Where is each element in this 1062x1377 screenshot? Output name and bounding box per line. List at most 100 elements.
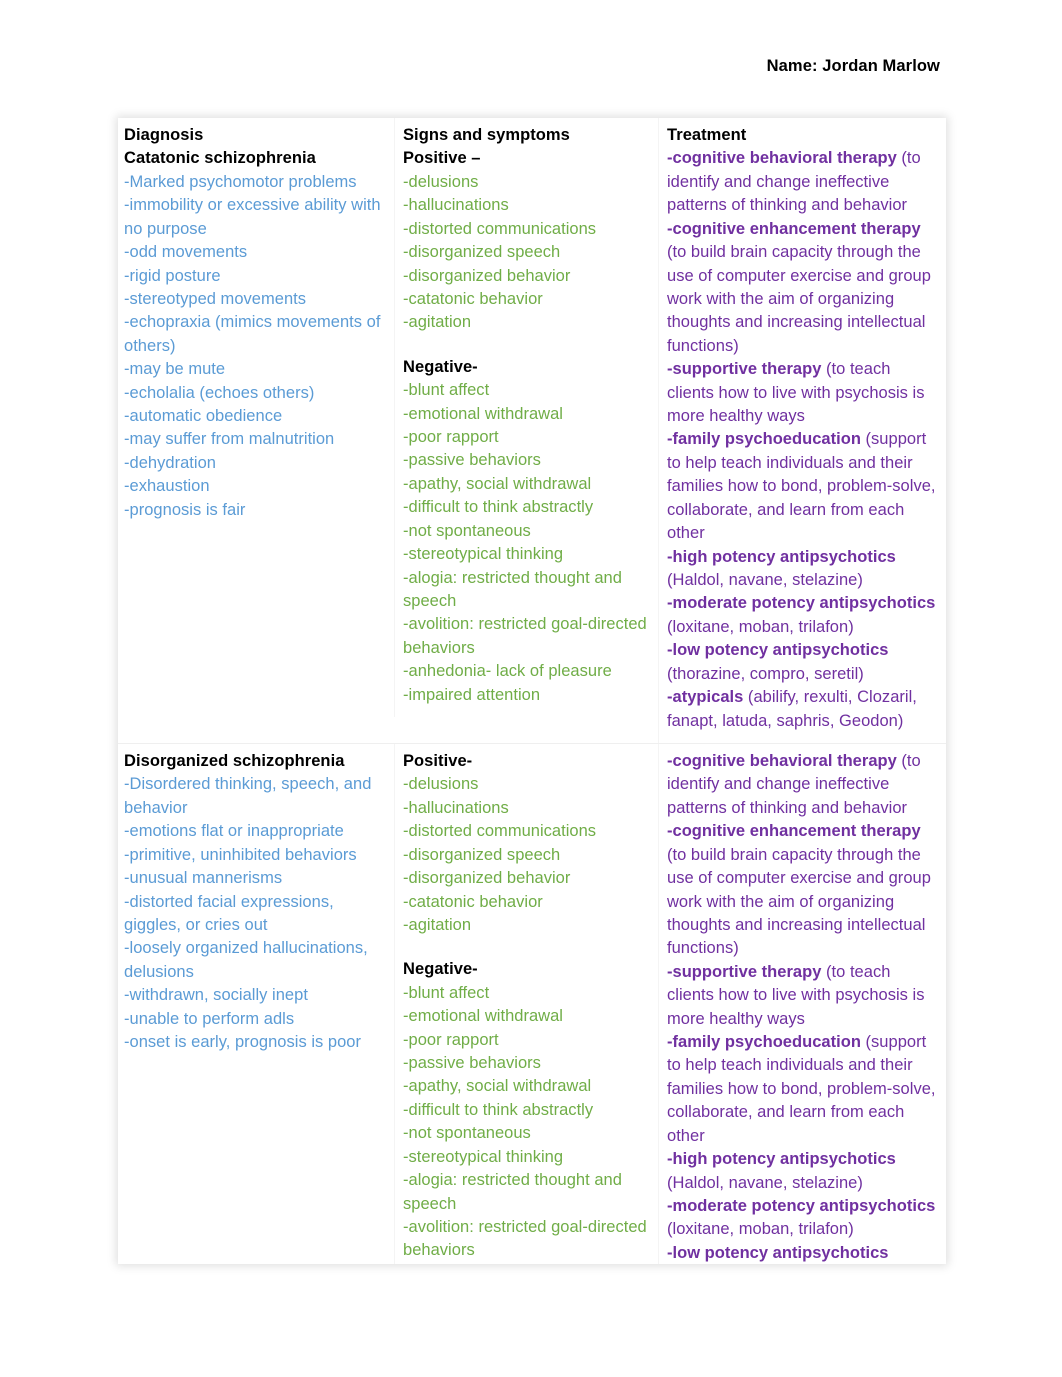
- list-item: -passive behaviors: [403, 451, 541, 470]
- list-item: -unable to perform adls: [124, 1009, 295, 1028]
- list-item: -alogia: restricted thought and speech: [403, 1171, 622, 1213]
- list-item: -moderate potency antipsychotics (loxita…: [667, 592, 938, 639]
- student-name-line: Name: Jordan Marlow: [766, 57, 940, 75]
- diagnosis-item-list: -Marked psychomotor problems -immobility…: [124, 171, 386, 522]
- column-header-diagnosis: Diagnosis: [124, 126, 204, 144]
- list-item: -exhaustion: [124, 477, 210, 496]
- list-item: -agitation: [403, 915, 472, 934]
- treatment-name: -cognitive enhancement therapy: [667, 822, 921, 841]
- negative-symptoms-list: -blunt affect -emotional withdrawal -poo…: [403, 379, 650, 707]
- list-item: -disorganized speech: [403, 845, 561, 864]
- list-item: -distorted facial expressions, giggles, …: [124, 892, 334, 934]
- list-item: -difficult to think abstractly: [403, 498, 594, 517]
- list-item: -unusual mannerisms: [124, 869, 283, 888]
- list-item: -alogia: restricted thought and speech: [403, 568, 622, 611]
- treatment-name: -family psychoeducation: [667, 1033, 861, 1052]
- treatment-description: (loxitane, moban, trilafon): [667, 1220, 854, 1239]
- treatment-name: -cognitive enhancement therapy: [667, 219, 921, 238]
- list-item: -passive behaviors: [403, 1054, 541, 1073]
- positive-symptoms-list: -delusions -hallucinations -distorted co…: [403, 773, 650, 937]
- list-item: -Disordered thinking, speech, and behavi…: [124, 775, 372, 817]
- positive-symptoms-list: -delusions -hallucinations -distorted co…: [403, 171, 650, 335]
- treatment-list: -cognitive behavioral therapy (to identi…: [667, 750, 938, 1264]
- treatment-description: (Haldol, navane, stelazine): [667, 1173, 863, 1192]
- list-item: -low potency antipsychotics: [667, 1242, 938, 1264]
- table-row: Disorganized schizophrenia -Disordered t…: [118, 742, 946, 1264]
- list-item: -onset is early, prognosis is poor: [124, 1033, 361, 1052]
- list-item: -difficult to think abstractly: [403, 1100, 594, 1119]
- treatment-name: -low potency antipsychotics: [667, 1243, 889, 1262]
- list-item: -avolition: restricted goal-directed beh…: [403, 615, 647, 657]
- list-item: -delusions: [403, 172, 479, 191]
- positive-symptoms-title: Positive –: [403, 149, 481, 168]
- list-item: -hallucinations: [403, 196, 509, 215]
- list-item: -blunt affect: [403, 381, 490, 400]
- cell-symptoms-1: Signs and symptoms Positive – -delusions…: [394, 118, 658, 744]
- list-item: -distorted communications: [403, 219, 597, 238]
- treatment-name: -supportive therapy: [667, 962, 822, 981]
- list-item: -cognitive behavioral therapy (to identi…: [667, 147, 938, 217]
- negative-symptoms-list: -blunt affect -emotional withdrawal -poo…: [403, 982, 650, 1263]
- comparison-table-wrapper: Diagnosis Catatonic schizophrenia -Marke…: [118, 118, 946, 1264]
- cell-treatment-2: -cognitive behavioral therapy (to identi…: [658, 742, 946, 1264]
- column-header-signs-and-symptoms: Signs and symptoms: [403, 126, 570, 144]
- negative-symptoms-title: Negative-: [403, 357, 478, 376]
- list-item: -primitive, uninhibited behaviors: [124, 845, 357, 864]
- list-item: -may be mute: [124, 360, 226, 379]
- list-item: -supportive therapy (to teach clients ho…: [667, 961, 938, 1031]
- list-item: -odd movements: [124, 243, 248, 262]
- list-item: -avolition: restricted goal-directed beh…: [403, 1217, 647, 1260]
- list-item: -poor rapport: [403, 1030, 499, 1049]
- list-item: -agitation: [403, 313, 472, 332]
- list-item: -family psychoeducation (support to help…: [667, 1031, 938, 1148]
- treatment-name: -supportive therapy: [667, 360, 822, 379]
- list-item: -echolalia (echoes others): [124, 383, 315, 402]
- list-item: -poor rapport: [403, 428, 499, 447]
- list-item: -anhedonia- lack of pleasure: [403, 662, 612, 681]
- list-item: -emotional withdrawal: [403, 1007, 563, 1026]
- list-item: -catatonic behavior: [403, 289, 543, 308]
- list-item: -disorganized behavior: [403, 869, 571, 888]
- list-item: -apathy, social withdrawal: [403, 474, 592, 493]
- cell-diagnosis-1: Diagnosis Catatonic schizophrenia -Marke…: [118, 118, 394, 744]
- diagnosis-title: Catatonic schizophrenia: [124, 149, 316, 168]
- list-item: -dehydration: [124, 453, 216, 472]
- treatment-description: (Haldol, navane, stelazine): [667, 571, 863, 590]
- list-item: -stereotyped movements: [124, 289, 307, 308]
- list-item: -not spontaneous: [403, 521, 531, 540]
- list-item: -disorganized speech: [403, 243, 561, 262]
- list-item: -not spontaneous: [403, 1124, 531, 1143]
- treatment-name: -high potency antipsychotics: [667, 547, 896, 566]
- negative-symptoms-title: Negative-: [403, 960, 478, 979]
- list-item: -immobility or excessive ability with no…: [124, 196, 381, 238]
- cell-treatment-1: Treatment -cognitive behavioral therapy …: [658, 118, 946, 744]
- list-item: -Marked psychomotor problems: [124, 172, 357, 191]
- list-item: -may suffer from malnutrition: [124, 430, 335, 449]
- list-item: -emotional withdrawal: [403, 404, 563, 423]
- list-item: -moderate potency antipsychotics (loxita…: [667, 1195, 938, 1242]
- list-item: -high potency antipsychotics (Haldol, na…: [667, 1148, 938, 1195]
- list-item: -emotions flat or inappropriate: [124, 822, 344, 841]
- list-item: -automatic obedience: [124, 407, 283, 426]
- list-item: -distorted communications: [403, 822, 597, 841]
- treatment-list: -cognitive behavioral therapy (to identi…: [667, 147, 938, 733]
- treatment-name: -family psychoeducation: [667, 430, 861, 449]
- list-item: -apathy, social withdrawal: [403, 1077, 592, 1096]
- list-item: -blunt affect: [403, 983, 490, 1002]
- list-item: -high potency antipsychotics (Haldol, na…: [667, 546, 938, 593]
- list-item: -delusions: [403, 775, 479, 794]
- document-page: Name: Jordan Marlow Diagnosis Catatonic …: [0, 0, 1062, 1377]
- treatment-description: (loxitane, moban, trilafon): [667, 617, 854, 636]
- treatment-description: (to build brain capacity through the use…: [667, 243, 931, 355]
- list-item: -supportive therapy (to teach clients ho…: [667, 358, 938, 428]
- list-item: -withdrawn, socially inept: [124, 986, 308, 1005]
- list-item: -catatonic behavior: [403, 892, 543, 911]
- treatment-name: -atypicals: [667, 688, 744, 707]
- schizophrenia-comparison-table: Diagnosis Catatonic schizophrenia -Marke…: [118, 118, 946, 1264]
- list-item: -stereotypical thinking: [403, 545, 564, 564]
- cell-diagnosis-2: Disorganized schizophrenia -Disordered t…: [118, 742, 394, 1264]
- positive-symptoms-title: Positive-: [403, 751, 473, 770]
- diagnosis-item-list: -Disordered thinking, speech, and behavi…: [124, 773, 386, 1054]
- list-item: -atypicals (abilify, rexulti, Clozaril, …: [667, 686, 938, 733]
